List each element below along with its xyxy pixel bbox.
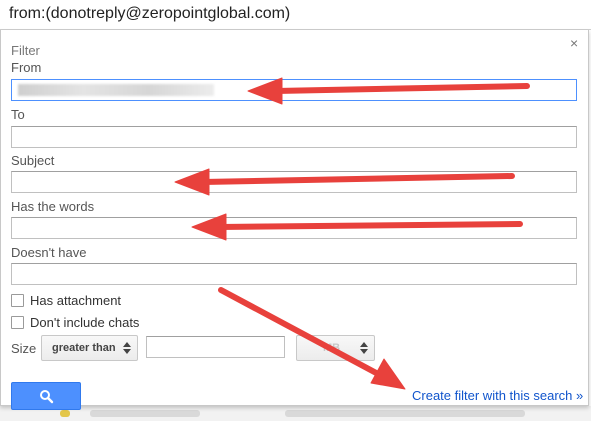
has-attachment-label: Has attachment [30, 293, 122, 308]
subject-field[interactable] [11, 171, 577, 193]
size-value-input[interactable] [146, 336, 285, 358]
dialog-title: Filter [11, 43, 40, 58]
dont-include-chats-checkbox[interactable] [11, 316, 24, 329]
redacted-value [18, 84, 214, 96]
search-query[interactable]: from:(donotreply@zeropointglobal.com) [9, 5, 290, 23]
to-label: To [11, 107, 25, 122]
dont-include-chats-row[interactable]: Don't include chats [11, 315, 139, 330]
search-icon [40, 390, 54, 404]
background-mail-list [0, 406, 591, 421]
size-unit-value: MB [323, 342, 341, 354]
size-unit-select[interactable]: MB [296, 335, 375, 361]
doesnt-have-field[interactable] [11, 263, 577, 285]
create-filter-link[interactable]: Create filter with this search » [412, 388, 583, 403]
has-attachment-row[interactable]: Has attachment [11, 293, 121, 308]
has-words-field[interactable] [11, 217, 577, 239]
size-comparator-value: greater than [52, 342, 116, 354]
has-words-label: Has the words [11, 199, 95, 214]
background-blurred-text [90, 410, 200, 417]
from-label: From [11, 60, 42, 75]
size-label: Size [11, 341, 37, 356]
close-icon[interactable]: × [570, 36, 578, 50]
search-button[interactable] [11, 382, 81, 410]
dont-include-chats-label: Don't include chats [30, 315, 140, 330]
doesnt-have-label: Doesn't have [11, 245, 87, 260]
has-attachment-checkbox[interactable] [11, 294, 24, 307]
background-star-icon [60, 410, 70, 417]
subject-label: Subject [11, 153, 55, 168]
up-down-arrows-icon [123, 342, 131, 354]
from-field[interactable] [11, 79, 577, 101]
to-field[interactable] [11, 126, 577, 148]
up-down-arrows-icon [360, 342, 368, 354]
background-blurred-text [285, 410, 525, 417]
search-bar[interactable]: from:(donotreply@zeropointglobal.com) [0, 0, 591, 30]
size-comparator-select[interactable]: greater than [41, 335, 138, 361]
